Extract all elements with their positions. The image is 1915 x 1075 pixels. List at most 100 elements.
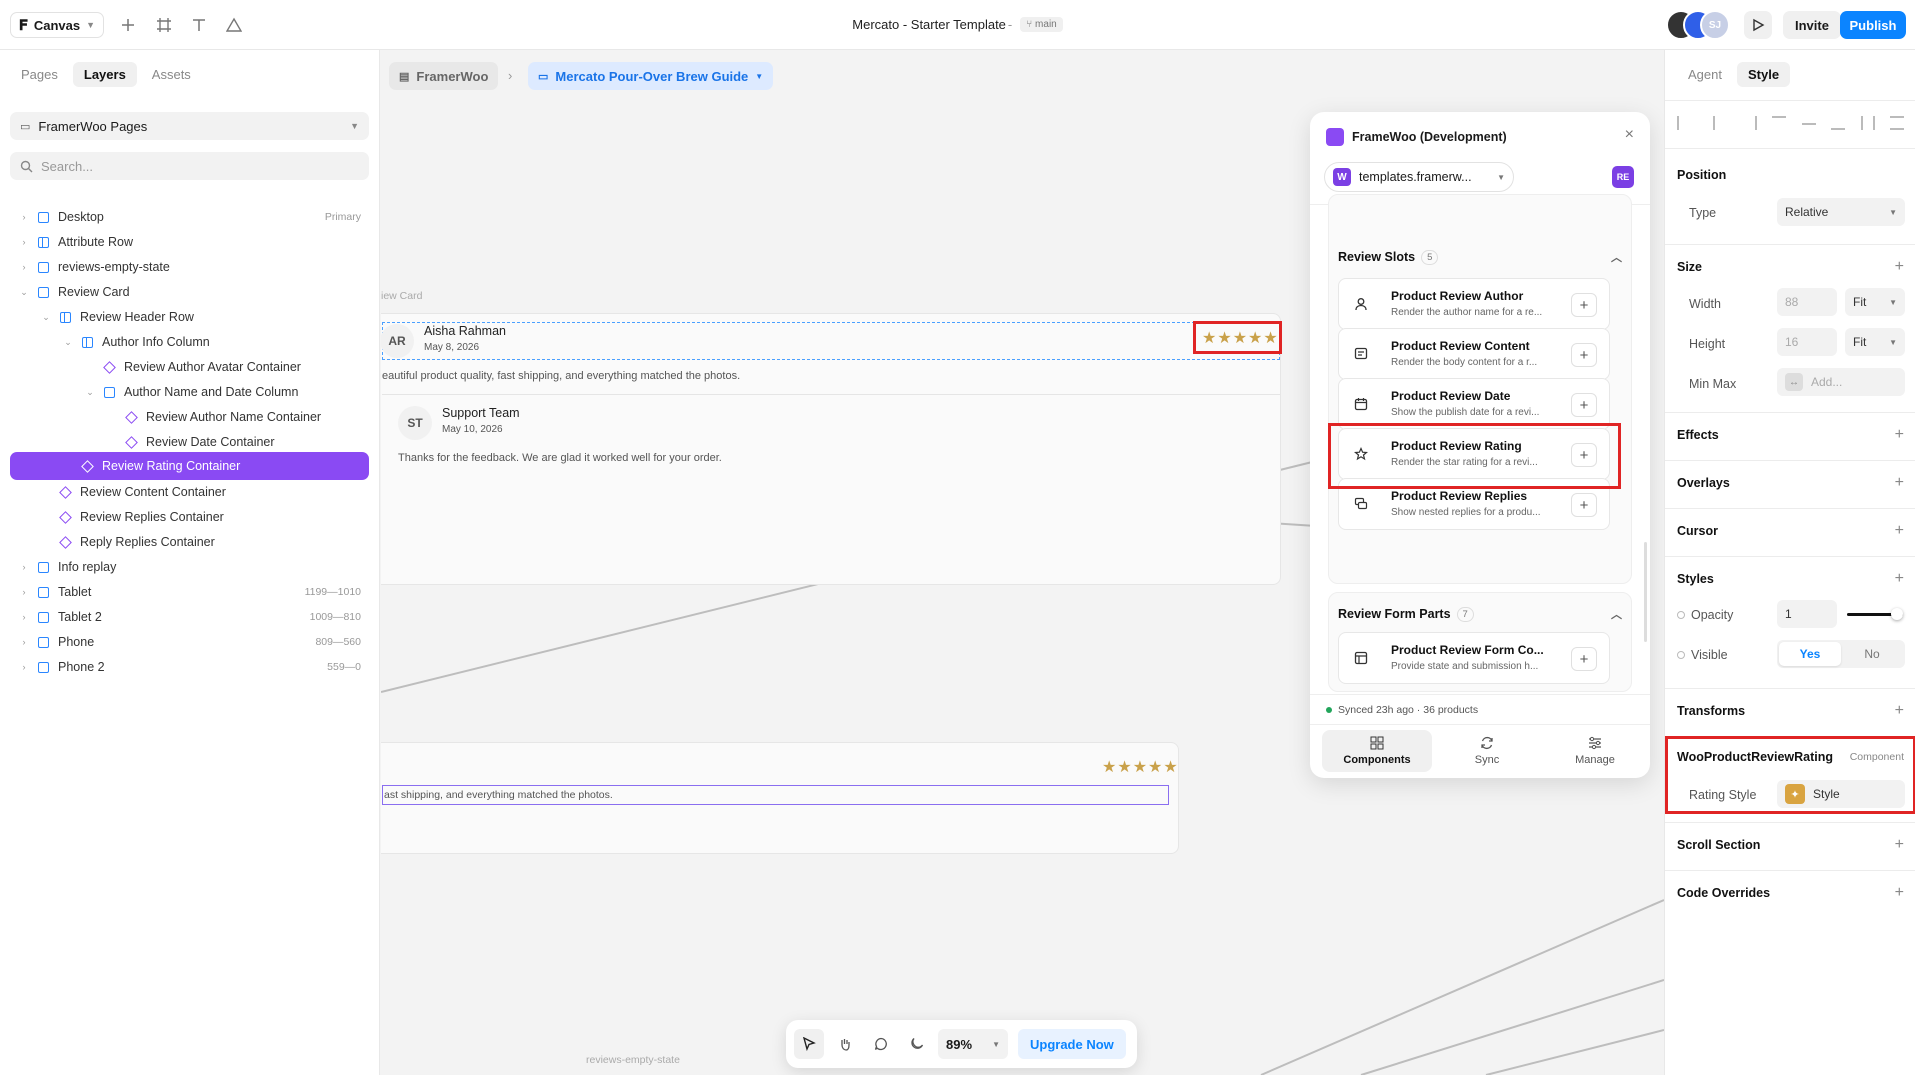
review-form-parts-header[interactable]: Review Form Parts 7 ︿ [1338, 606, 1622, 622]
user-avatar[interactable]: SJ [1700, 10, 1730, 40]
close-icon[interactable]: × [1625, 126, 1634, 144]
add-slot-button[interactable]: + [1571, 343, 1597, 367]
layer-author-info-column[interactable]: ⌄ Author Info Column [10, 328, 369, 356]
visible-yes-option[interactable]: Yes [1779, 642, 1841, 666]
pointer-tool-icon[interactable] [794, 1029, 824, 1059]
add-icon[interactable]: + [1895, 702, 1904, 720]
layer-review-author-name-container[interactable]: Review Author Name Container [10, 403, 369, 431]
layer-review-author-avatar-container[interactable]: Review Author Avatar Container [10, 353, 369, 381]
add-slot-button[interactable]: + [1571, 647, 1597, 671]
overlays-section[interactable]: Overlays + [1677, 474, 1904, 492]
review-rating-stars[interactable]: ★★★★★ [1102, 757, 1179, 777]
review-slots-header[interactable]: Review Slots 5 ︿ [1338, 249, 1622, 265]
effects-section[interactable]: Effects + [1677, 426, 1904, 444]
width-mode-select[interactable]: Fit ▼ [1845, 288, 1905, 316]
tab-components[interactable]: Components [1322, 730, 1432, 772]
distribute-v-icon[interactable] [1889, 116, 1904, 130]
add-icon[interactable]: + [1895, 570, 1904, 588]
align-left-icon[interactable] [1677, 116, 1691, 130]
dark-mode-icon[interactable] [902, 1029, 932, 1059]
layer-review-rating-container[interactable]: Review Rating Container [10, 452, 369, 480]
publish-button[interactable]: Publish [1840, 11, 1906, 39]
tab-pages[interactable]: Pages [10, 62, 69, 87]
add-icon[interactable]: + [1895, 474, 1904, 492]
add-icon[interactable]: + [1895, 426, 1904, 444]
branch-badge[interactable]: ⑂ main [1020, 17, 1063, 32]
slot-product-review-form-container[interactable]: Product Review Form Co... Provide state … [1338, 632, 1610, 684]
add-slot-button[interactable]: + [1571, 393, 1597, 417]
layer-info-replay[interactable]: › Info replay [10, 553, 369, 581]
tab-manage[interactable]: Manage [1540, 730, 1650, 772]
layer-tablet-2[interactable]: › Tablet 2 1009—810 [10, 603, 369, 631]
add-icon[interactable]: + [1895, 258, 1904, 276]
align-top-icon[interactable] [1772, 116, 1787, 130]
height-mode-select[interactable]: Fit ▼ [1845, 328, 1905, 356]
opacity-input[interactable]: 1 [1777, 600, 1837, 628]
layer-review-card[interactable]: ⌄ Review Card [10, 278, 369, 306]
cursor-section[interactable]: Cursor + [1677, 522, 1904, 540]
align-right-icon[interactable] [1743, 116, 1757, 130]
align-center-v-icon[interactable] [1801, 123, 1816, 137]
layer-phone[interactable]: › Phone 809—560 [10, 628, 369, 656]
add-icon[interactable] [118, 15, 138, 35]
tab-assets[interactable]: Assets [141, 62, 202, 87]
layer-author-name-date-column[interactable]: ⌄ Author Name and Date Column [10, 378, 369, 406]
hand-tool-icon[interactable] [830, 1029, 860, 1059]
layer-phone-2[interactable]: › Phone 2 559—0 [10, 653, 369, 681]
tab-layers[interactable]: Layers [72, 62, 137, 87]
layer-review-replies-container[interactable]: Review Replies Container [10, 503, 369, 531]
upgrade-button[interactable]: Upgrade Now [1018, 1029, 1126, 1059]
align-center-h-icon[interactable] [1713, 116, 1727, 130]
preview-button[interactable] [1744, 11, 1772, 39]
add-icon[interactable]: + [1895, 522, 1904, 540]
styles-section[interactable]: Styles + [1677, 570, 1904, 588]
canvas-menu-button[interactable]: 𝐅 Canvas ▼ [10, 12, 105, 38]
user-badge[interactable]: RE [1612, 166, 1634, 188]
scroll-section[interactable]: Scroll Section + [1677, 836, 1904, 854]
site-selector[interactable]: W templates.framerw... ▼ [1324, 162, 1514, 192]
slot-product-review-author[interactable]: Product Review Author Render the author … [1338, 278, 1610, 330]
invite-button[interactable]: Invite [1783, 11, 1841, 39]
add-icon[interactable]: + [1895, 884, 1904, 902]
add-slot-button[interactable]: + [1571, 293, 1597, 317]
layer-reviews-empty-state[interactable]: › reviews-empty-state [10, 253, 369, 281]
page-selector[interactable]: ▭ FramerWoo Pages ▼ [10, 112, 369, 140]
layer-review-content-container[interactable]: Review Content Container [10, 478, 369, 506]
tab-agent[interactable]: Agent [1677, 62, 1733, 87]
review-card-2[interactable]: ★★★★★ ast shipping, and everything match… [381, 742, 1179, 854]
add-icon[interactable]: + [1895, 836, 1904, 854]
breadcrumb-page[interactable]: ▭ Mercato Pour-Over Brew Guide ▼ [528, 62, 774, 90]
opacity-slider[interactable] [1847, 608, 1903, 620]
tab-sync[interactable]: Sync [1432, 730, 1542, 772]
project-title[interactable]: Mercato - Starter Template [852, 17, 1006, 32]
layer-desktop[interactable]: › Desktop Primary [10, 203, 369, 231]
layer-reply-replies-container[interactable]: Reply Replies Container [10, 528, 369, 556]
breadcrumb-root[interactable]: ▤ FramerWoo [389, 62, 499, 90]
width-input[interactable]: 88 [1777, 288, 1837, 316]
layer-tablet[interactable]: › Tablet 1199—1010 [10, 578, 369, 606]
scrollbar[interactable] [1644, 542, 1647, 642]
transforms-section[interactable]: Transforms + [1677, 702, 1904, 720]
review-card[interactable]: AR Aisha Rahman May 8, 2026 ★★★★★ eautif… [381, 313, 1281, 585]
minmax-input[interactable]: ↔ Add... [1777, 368, 1905, 396]
tab-style[interactable]: Style [1736, 62, 1791, 87]
comment-tool-icon[interactable] [866, 1029, 896, 1059]
visible-no-option[interactable]: No [1841, 642, 1903, 666]
align-bottom-icon[interactable] [1831, 116, 1846, 130]
distribute-h-icon[interactable] [1860, 116, 1875, 130]
vector-tool-icon[interactable] [224, 15, 244, 35]
text-tool-icon[interactable] [189, 15, 209, 35]
layer-search[interactable]: Search... [10, 152, 369, 180]
layer-review-header-row[interactable]: ⌄ Review Header Row [10, 303, 369, 331]
zoom-select[interactable]: 89% ▼ [938, 1029, 1008, 1059]
opacity-slider-handle[interactable] [1891, 608, 1903, 620]
height-input[interactable]: 16 [1777, 328, 1837, 356]
code-overrides-section[interactable]: Code Overrides + [1677, 884, 1904, 902]
position-type-select[interactable]: Relative ▼ [1777, 198, 1905, 226]
review-header-row[interactable] [382, 322, 1280, 360]
add-slot-button[interactable]: + [1571, 493, 1597, 517]
slot-product-review-content[interactable]: Product Review Content Render the body c… [1338, 328, 1610, 380]
reply-content: Thanks for the feedback. We are glad it … [398, 452, 722, 464]
frame-tool-icon[interactable] [154, 15, 174, 35]
layer-attribute-row[interactable]: › Attribute Row [10, 228, 369, 256]
